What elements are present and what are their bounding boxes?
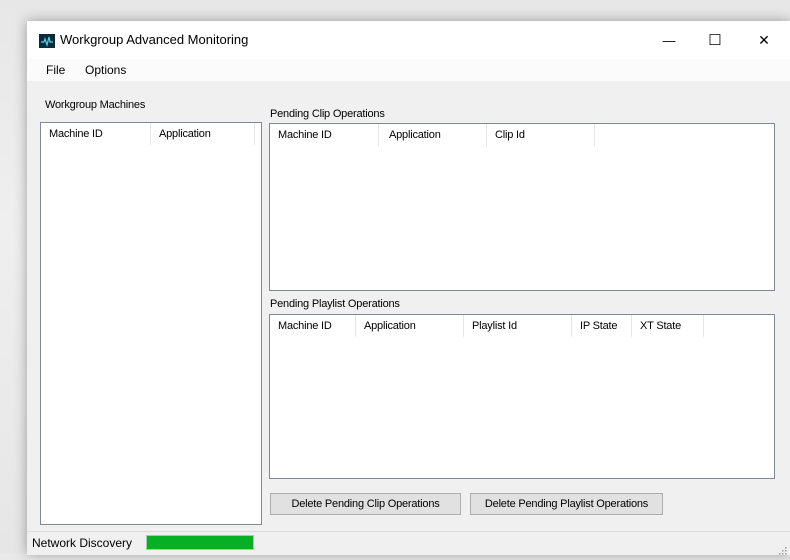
column-header-playlist-id[interactable]: Playlist Id: [464, 315, 572, 337]
menu-options[interactable]: Options: [85, 63, 126, 77]
column-header-xt-state[interactable]: XT State: [632, 315, 704, 337]
pending-playlist-operations-list[interactable]: Machine ID Application Playlist Id IP St…: [269, 314, 775, 479]
pending-clip-operations-list[interactable]: Machine ID Application Clip Id: [269, 123, 775, 291]
close-button[interactable]: ✕: [741, 21, 787, 59]
column-header-machine-id[interactable]: Machine ID: [270, 124, 379, 146]
column-header-application[interactable]: Application: [379, 124, 487, 146]
pending-clip-operations-label: Pending Clip Operations: [270, 108, 385, 120]
title-bar[interactable]: Workgroup Advanced Monitoring — ☐ ✕: [27, 21, 790, 59]
app-window: Workgroup Advanced Monitoring — ☐ ✕ File…: [27, 21, 790, 555]
close-icon: ✕: [758, 31, 770, 48]
column-header-ip-state[interactable]: IP State: [572, 315, 632, 337]
maximize-icon: ☐: [708, 32, 722, 49]
menu-bar: File Options: [27, 59, 790, 81]
workgroup-machines-label: Workgroup Machines: [45, 99, 146, 111]
column-header-machine-id[interactable]: Machine ID: [270, 315, 356, 337]
network-discovery-progress-bar: [146, 535, 254, 550]
pending-playlist-operations-header: Machine ID Application Playlist Id IP St…: [270, 315, 704, 337]
delete-pending-playlist-operations-button[interactable]: Delete Pending Playlist Operations: [470, 493, 663, 515]
pending-clip-operations-header: Machine ID Application Clip Id: [270, 124, 595, 146]
column-header-application[interactable]: Application: [356, 315, 464, 337]
column-header-clip-id[interactable]: Clip Id: [487, 124, 595, 146]
pending-playlist-operations-label: Pending Playlist Operations: [270, 298, 400, 310]
workgroup-machines-list[interactable]: Machine ID Application: [40, 122, 262, 525]
status-bar: Network Discovery: [27, 531, 790, 555]
delete-pending-clip-operations-button[interactable]: Delete Pending Clip Operations: [270, 493, 461, 515]
maximize-button[interactable]: ☐: [692, 21, 738, 59]
column-header-application[interactable]: Application: [151, 123, 255, 145]
progress-fill: [147, 536, 253, 549]
menu-file[interactable]: File: [46, 63, 65, 77]
minimize-button[interactable]: —: [646, 21, 692, 59]
workgroup-machines-header: Machine ID Application: [41, 123, 255, 145]
column-header-machine-id[interactable]: Machine ID: [41, 123, 151, 145]
minimize-icon: —: [662, 32, 676, 48]
app-monitor-icon: [39, 34, 55, 48]
status-text: Network Discovery: [32, 536, 133, 550]
resize-grip-icon[interactable]: [777, 542, 787, 555]
window-title: Workgroup Advanced Monitoring: [60, 32, 249, 47]
